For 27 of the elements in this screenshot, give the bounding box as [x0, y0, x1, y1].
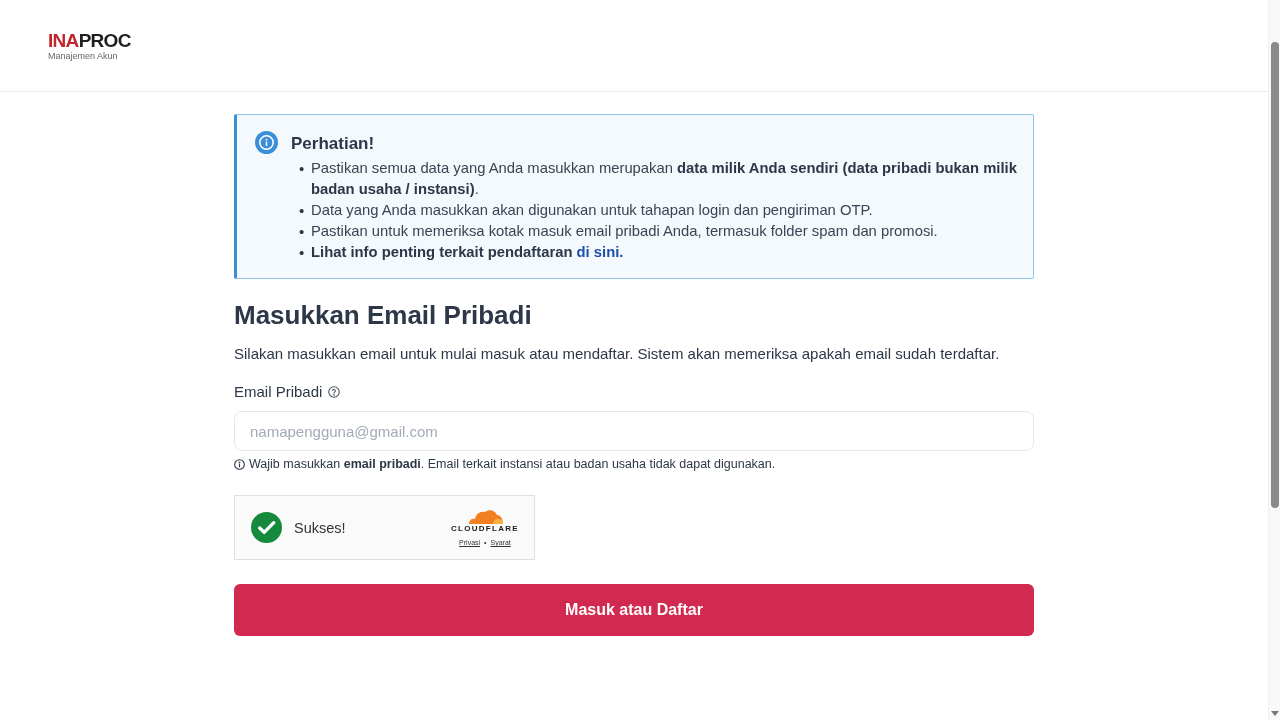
email-hint: Wajib masukkan email pribadi. Email terkait instansi atau badan usaha tidak dapat digunakan.	[249, 456, 776, 473]
description-text: Silakan masukkan email untuk mulai masuk atau mendaftar. Sistem akan memeriksa apakah email sudah terdaftar.	[234, 344, 1001, 364]
cloud-logo-icon	[466, 508, 503, 524]
submit-button[interactable]: Masuk atau Daftar	[234, 584, 1034, 636]
list-bullet: •	[299, 243, 306, 263]
scrollbar-thumb[interactable]	[1270, 42, 1279, 508]
list-bullet: •	[299, 159, 306, 179]
list-bullet: •	[299, 201, 306, 221]
logo-subtitle: Manajemen Akun	[48, 51, 119, 62]
notice-title: Perhatian!	[291, 133, 376, 155]
scrollbar-track[interactable]	[1268, 0, 1280, 720]
notice-item: Data yang Anda masukkan akan digunakan untuk tahapan login dan pengiriman OTP.	[311, 201, 873, 220]
captcha-status: Sukses!	[294, 519, 347, 536]
info-icon	[234, 459, 245, 470]
info-link[interactable]: di sini.	[576, 244, 624, 260]
list-bullet: •	[299, 222, 306, 242]
help-icon	[328, 386, 341, 398]
page-heading: Masukkan Email Pribadi	[234, 299, 533, 331]
email-label: Email Pribadi	[234, 382, 323, 402]
scroll-down-arrow-icon[interactable]	[1270, 711, 1279, 716]
notice-item: Lihat info penting terkait pendaftaran di sini.	[311, 243, 624, 262]
provider-wordmark: CLOUDFLARE	[450, 524, 519, 534]
email-input[interactable]: namapengguna@gmail.com	[234, 411, 1034, 451]
info-icon	[255, 131, 278, 154]
notice-item: Pastikan semua data yang Anda masukkan merupakan data milik Anda sendiri (data pribadi bukan milik badan usaha / instansi).	[311, 159, 1018, 199]
logo-wordmark: INAPROC	[48, 31, 131, 51]
notice-item: Pastikan untuk memeriksa kotak masuk email pribadi Anda, termasuk folder spam dan promosi.	[311, 222, 938, 241]
